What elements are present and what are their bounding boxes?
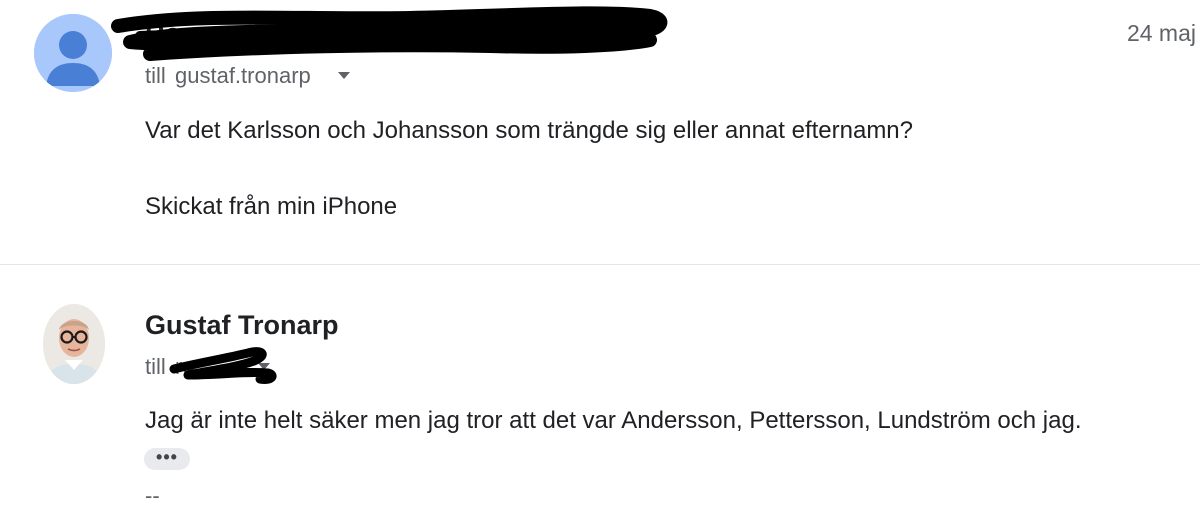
recipient-label: till	[145, 354, 166, 379]
redaction-scribble	[111, 6, 668, 61]
recipient-name: gustaf.tronarp	[175, 63, 311, 88]
message-body-line: Jag är inte helt säker men jag tror att …	[145, 407, 1082, 434]
email-message-1: Ro <bo…@telen.com> 24 maj till gustaf.tr…	[0, 0, 1200, 265]
redaction-scribble	[169, 347, 277, 384]
message-body-line: Var det Karlsson och Johansson som träng…	[145, 117, 913, 144]
show-trimmed-content-button[interactable]: •••	[144, 448, 190, 470]
sender-name[interactable]: Gustaf Tronarp	[145, 310, 339, 341]
email-message-2: Gustaf Tronarp till ro Jag är inte helt …	[0, 265, 1200, 529]
signature-separator: --	[145, 483, 160, 508]
chevron-down-icon[interactable]	[338, 72, 350, 79]
default-avatar-icon[interactable]	[34, 14, 112, 92]
message-signature-line: Skickat från min iPhone	[145, 193, 398, 220]
recipient-label: till	[145, 63, 166, 88]
profile-photo[interactable]	[43, 304, 105, 384]
message-date: 24 maj	[1126, 20, 1196, 46]
